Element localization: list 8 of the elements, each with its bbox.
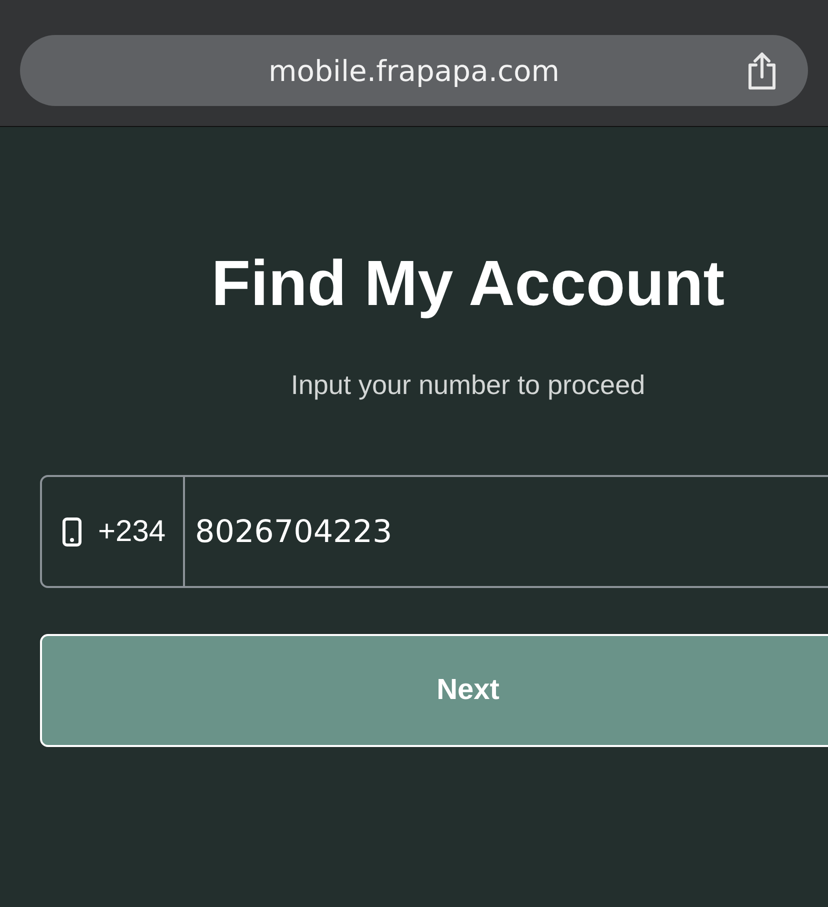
phone-input[interactable]: 8026704223	[185, 477, 828, 586]
url-text: mobile.frapapa.com	[268, 54, 560, 88]
page-title: Find My Account	[210, 247, 726, 319]
country-code[interactable]: +234	[98, 514, 166, 548]
phone-field[interactable]: +234 8026704223	[40, 475, 828, 588]
address-bar[interactable]: mobile.frapapa.com	[20, 35, 808, 106]
subtitle: Input your number to proceed	[290, 369, 646, 401]
phone-icon	[62, 516, 82, 546]
